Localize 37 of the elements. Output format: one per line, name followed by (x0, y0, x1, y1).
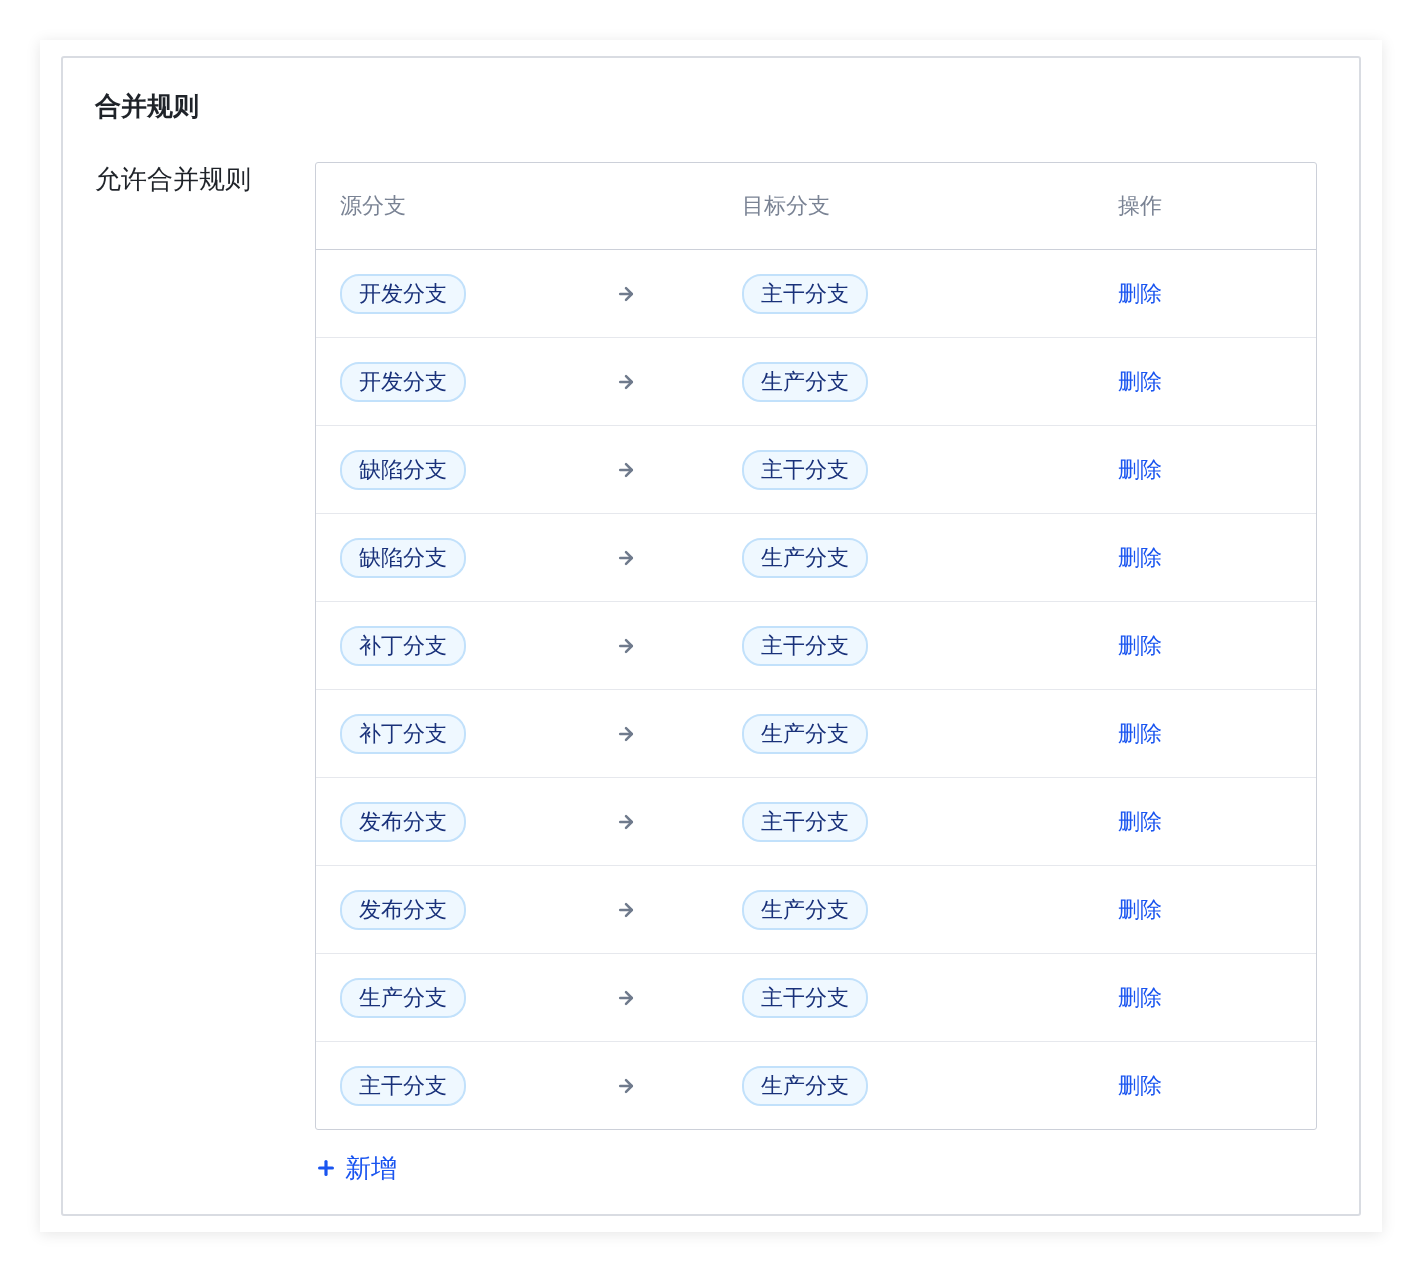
section-title: 合并规则 (95, 90, 200, 123)
column-header: 目标分支 (742, 192, 831, 220)
delete-link[interactable]: 删除 (1118, 894, 1162, 925)
branch-tag: 发布分支 (340, 801, 466, 842)
branch-tag: 生产分支 (742, 1065, 868, 1106)
plus-icon (315, 1157, 337, 1179)
delete-link[interactable]: 删除 (1118, 366, 1162, 397)
branch-tag: 开发分支 (340, 361, 466, 402)
branch-tag: 缺陷分支 (340, 449, 466, 490)
delete-link[interactable]: 删除 (1118, 630, 1162, 661)
field-label: 允许合并规则 (95, 163, 252, 196)
branch-tag: 缺陷分支 (340, 537, 466, 578)
column-header: 操作 (1118, 192, 1163, 220)
delete-link[interactable]: 删除 (1118, 1070, 1162, 1101)
branch-tag: 补丁分支 (340, 625, 466, 666)
delete-link[interactable]: 删除 (1118, 542, 1162, 573)
branch-tag: 发布分支 (340, 889, 466, 930)
branch-tag: 生产分支 (742, 713, 868, 754)
branch-tag: 生产分支 (742, 537, 868, 578)
add-button[interactable]: 新增 (315, 1152, 397, 1184)
delete-link[interactable]: 删除 (1118, 982, 1162, 1013)
delete-link[interactable]: 删除 (1118, 806, 1162, 837)
column-header: 源分支 (340, 192, 407, 220)
branch-tag: 生产分支 (742, 889, 868, 930)
branch-tag: 主干分支 (742, 977, 868, 1018)
branch-tag: 生产分支 (742, 361, 868, 402)
branch-tag: 主干分支 (340, 1065, 466, 1106)
branch-tag: 开发分支 (340, 273, 466, 314)
delete-link[interactable]: 删除 (1118, 454, 1162, 485)
branch-tag: 补丁分支 (340, 713, 466, 754)
branch-tag: 主干分支 (742, 625, 868, 666)
branch-tag: 主干分支 (742, 449, 868, 490)
delete-link[interactable]: 删除 (1118, 278, 1162, 309)
branch-tag: 主干分支 (742, 801, 868, 842)
branch-tag: 主干分支 (742, 273, 868, 314)
branch-tag: 生产分支 (340, 977, 466, 1018)
delete-link[interactable]: 删除 (1118, 718, 1162, 749)
